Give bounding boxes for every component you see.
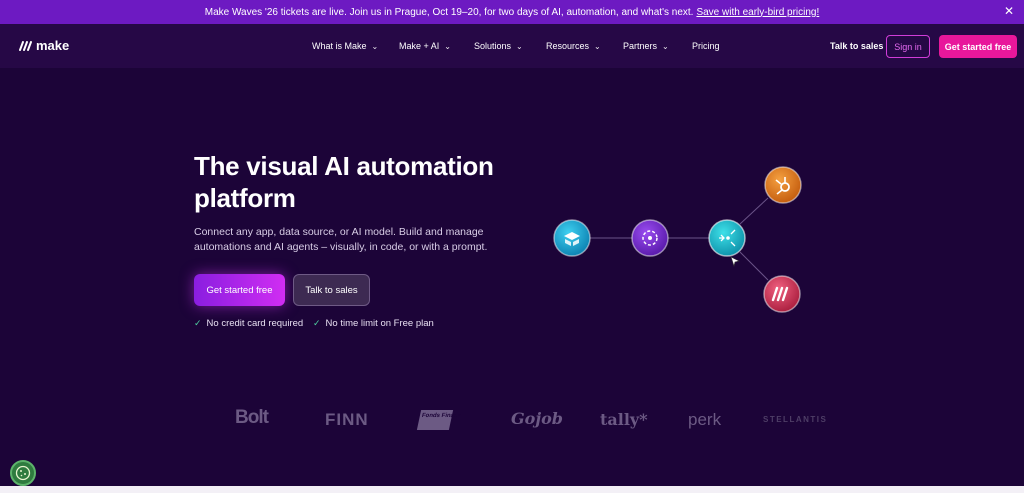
tally-logo: tally* (600, 410, 648, 429)
check-label: No time limit on Free plan (325, 318, 434, 329)
nav-item-resources[interactable]: Resources ⌄ (546, 41, 601, 51)
make-logo[interactable]: make (19, 38, 69, 53)
check-label: No credit card required (206, 318, 304, 329)
chevron-down-icon: ⌄ (371, 41, 379, 51)
customer-logos: Bolt FINN Fonds Finanz Gojob tally* perk… (0, 405, 1024, 435)
nav-item-label: Solutions (474, 41, 512, 51)
check-item: ✓ No credit card required (194, 318, 303, 329)
make-logo-icon (19, 40, 32, 51)
check-icon: ✓ (313, 318, 321, 328)
cookie-settings-button[interactable] (10, 460, 36, 486)
hero-title: The visual AI automation platform (194, 151, 494, 213)
announcement-bar: Make Waves '26 tickets are live. Join us… (0, 0, 1024, 24)
fonds-finanz-logo: Fonds Finanz (416, 410, 461, 430)
nav-item-label: Resources (546, 41, 590, 51)
check-item: ✓ No time limit on Free plan (313, 318, 434, 329)
nav-item-label: Make + AI (399, 41, 440, 51)
nav-item-solutions[interactable]: Solutions ⌄ (474, 41, 523, 51)
make-icon (763, 275, 801, 313)
announcement-link[interactable]: Save with early-bird pricing! (696, 7, 819, 18)
announcement-text: Make Waves '26 tickets are live. Join us… (204, 6, 694, 18)
chevron-down-icon: ⌄ (662, 41, 669, 51)
sign-in-button[interactable]: Sign in (886, 35, 930, 58)
router-icon (708, 219, 746, 268)
perk-logo: perk (688, 410, 722, 429)
nav-item-what-is-make[interactable]: What is Make ⌄ (312, 41, 378, 51)
nav-item-label: Partners (623, 41, 658, 51)
finn-logo: FINN (325, 410, 369, 429)
logo-text: make (36, 38, 70, 53)
hubspot-icon (764, 166, 802, 204)
automation-diagram (553, 166, 802, 313)
gojob-logo: Gojob (511, 409, 563, 428)
hero-description: Connect any app, data source, or AI mode… (194, 226, 488, 253)
airtable-icon (553, 219, 591, 257)
talk-to-sales-link[interactable]: Talk to sales (830, 41, 883, 51)
nav-item-partners[interactable]: Partners ⌄ (623, 41, 669, 51)
nav-item-label: Pricing (692, 41, 720, 51)
get-started-nav-button[interactable]: Get started free (939, 35, 1017, 58)
close-icon[interactable]: ✕ (1004, 4, 1014, 18)
ai-agent-icon (631, 219, 669, 257)
bolt-logo: Bolt (235, 407, 269, 428)
chevron-down-icon: ⌄ (516, 41, 523, 51)
chevron-down-icon: ⌄ (594, 41, 601, 51)
nav-item-make-ai[interactable]: Make + AI ⌄ (399, 41, 451, 51)
stellantis-logo: STELLANTIS (763, 415, 828, 424)
nav-item-label: What is Make (312, 41, 367, 51)
check-icon: ✓ (194, 318, 202, 328)
chevron-down-icon: ⌄ (444, 41, 451, 51)
get-started-button[interactable]: Get started free (194, 274, 285, 306)
cookie-icon (15, 465, 31, 481)
page-bottom-edge (0, 486, 1024, 493)
nav-item-pricing[interactable]: Pricing (692, 41, 720, 51)
talk-to-sales-button[interactable]: Talk to sales (293, 274, 370, 306)
